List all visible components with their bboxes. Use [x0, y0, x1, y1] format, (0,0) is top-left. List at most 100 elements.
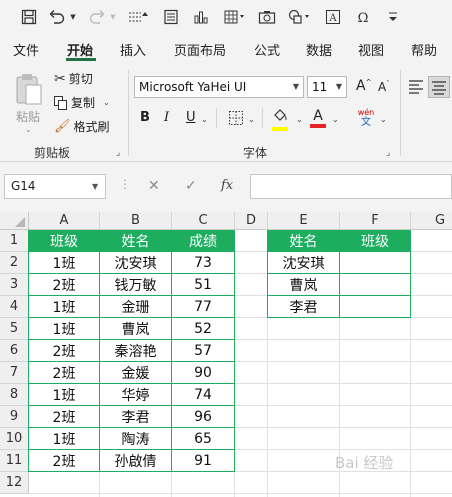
- camera-icon[interactable]: [256, 6, 278, 28]
- cell[interactable]: [340, 406, 411, 428]
- table-cell[interactable]: 2班: [29, 340, 100, 362]
- phonetic-dropdown-icon[interactable]: ⌄: [380, 115, 387, 124]
- row-header-11[interactable]: 11: [0, 450, 29, 472]
- cell[interactable]: [340, 340, 411, 362]
- row-header-6[interactable]: 6: [0, 340, 29, 362]
- table-header-cell[interactable]: 姓名: [100, 230, 172, 252]
- cell[interactable]: [340, 472, 411, 494]
- table-header-cell[interactable]: 成绩: [172, 230, 235, 252]
- row-header-7[interactable]: 7: [0, 362, 29, 384]
- table-cell[interactable]: 沈安琪: [268, 252, 340, 274]
- tab-view[interactable]: 视图: [358, 40, 384, 59]
- cell[interactable]: [411, 384, 452, 406]
- underline-dropdown-icon[interactable]: ⌄: [201, 115, 208, 124]
- cell[interactable]: [29, 472, 100, 494]
- align-center-button[interactable]: [428, 76, 450, 98]
- decrease-font-size-button[interactable]: Aˇ: [378, 80, 390, 94]
- table-cell[interactable]: 1班: [29, 296, 100, 318]
- underline-button[interactable]: U: [186, 110, 196, 125]
- table-cell[interactable]: 钱万敏: [100, 274, 172, 296]
- phonetic-button[interactable]: wén 文: [356, 108, 376, 128]
- row-header-9[interactable]: 9: [0, 406, 29, 428]
- fill-color-button[interactable]: [272, 108, 290, 131]
- font-color-button[interactable]: A: [310, 108, 326, 128]
- cell[interactable]: [411, 362, 452, 384]
- cell[interactable]: [268, 318, 340, 340]
- cell[interactable]: [268, 406, 340, 428]
- textbox-icon[interactable]: A: [322, 6, 344, 28]
- cell[interactable]: [268, 384, 340, 406]
- chart-icon[interactable]: [190, 6, 212, 28]
- cell[interactable]: [411, 428, 452, 450]
- bold-button[interactable]: B: [140, 110, 150, 125]
- table-cell[interactable]: 李君: [268, 296, 340, 318]
- column-header-a[interactable]: A: [29, 212, 100, 230]
- row-header-4[interactable]: 4: [0, 296, 29, 318]
- cell[interactable]: [235, 472, 268, 494]
- tab-help[interactable]: 帮助: [411, 40, 437, 59]
- cell[interactable]: [235, 296, 268, 318]
- cell[interactable]: [235, 384, 268, 406]
- font-size-select[interactable]: 11 ▼: [307, 76, 347, 98]
- table-cell[interactable]: 2班: [29, 450, 100, 472]
- row-header-1[interactable]: 1: [0, 230, 29, 252]
- italic-button[interactable]: I: [164, 110, 169, 125]
- cell[interactable]: [411, 252, 452, 274]
- cell[interactable]: [235, 340, 268, 362]
- row-header-2[interactable]: 2: [0, 252, 29, 274]
- insert-function-icon[interactable]: fx: [221, 178, 233, 193]
- row-header-5[interactable]: 5: [0, 318, 29, 340]
- cell[interactable]: [235, 428, 268, 450]
- table-cell[interactable]: 2班: [29, 406, 100, 428]
- row-header-10[interactable]: 10: [0, 428, 29, 450]
- clipboard-dialog-launcher-icon[interactable]: ⌟: [116, 148, 120, 158]
- table-cell[interactable]: 2班: [29, 274, 100, 296]
- name-box-dropdown-icon[interactable]: ▼: [92, 182, 98, 191]
- increase-font-size-button[interactable]: A^: [356, 78, 371, 94]
- cell[interactable]: [411, 450, 452, 472]
- table-cell[interactable]: 金珊: [100, 296, 172, 318]
- table-cell[interactable]: 57: [172, 340, 235, 362]
- cut-button[interactable]: ✂ 剪切: [54, 70, 93, 87]
- table-cell[interactable]: 52: [172, 318, 235, 340]
- table-cell[interactable]: [340, 296, 411, 318]
- font-dialog-launcher-icon[interactable]: ⌟: [386, 148, 390, 158]
- cell[interactable]: [411, 406, 452, 428]
- cancel-icon[interactable]: ✕: [148, 178, 160, 194]
- enter-icon[interactable]: ✓: [185, 178, 197, 194]
- font-color-dropdown-icon[interactable]: ⌄: [332, 115, 339, 124]
- cell[interactable]: [411, 340, 452, 362]
- cell[interactable]: [411, 472, 452, 494]
- table-cell[interactable]: 1班: [29, 428, 100, 450]
- table-cell[interactable]: 孙啟倩: [100, 450, 172, 472]
- table-cell[interactable]: 65: [172, 428, 235, 450]
- cell[interactable]: [340, 362, 411, 384]
- table-cell[interactable]: 金媛: [100, 362, 172, 384]
- table-cell[interactable]: 1班: [29, 318, 100, 340]
- name-box[interactable]: G14: [4, 174, 106, 199]
- tab-page-layout[interactable]: 页面布局: [174, 40, 226, 59]
- cell[interactable]: [235, 450, 268, 472]
- table-cell[interactable]: [340, 252, 411, 274]
- table-cell[interactable]: 曹岚: [268, 274, 340, 296]
- table-cell[interactable]: [340, 274, 411, 296]
- cell[interactable]: [411, 296, 452, 318]
- cell[interactable]: [235, 406, 268, 428]
- table-icon[interactable]: [220, 6, 250, 28]
- table-cell[interactable]: 李君: [100, 406, 172, 428]
- cell[interactable]: [268, 340, 340, 362]
- table-cell[interactable]: 1班: [29, 252, 100, 274]
- table-cell[interactable]: 51: [172, 274, 235, 296]
- table-cell[interactable]: 91: [172, 450, 235, 472]
- border-dropdown-icon[interactable]: ⌄: [248, 115, 255, 124]
- row-header-12[interactable]: 12: [0, 472, 29, 494]
- table-cell[interactable]: 77: [172, 296, 235, 318]
- border-button[interactable]: [228, 110, 244, 130]
- format-painter-button[interactable]: 🖌 格式刷: [54, 118, 110, 135]
- cell[interactable]: [235, 274, 268, 296]
- tab-file[interactable]: 文件: [13, 40, 39, 59]
- tab-data[interactable]: 数据: [306, 40, 332, 59]
- form-icon[interactable]: [160, 6, 182, 28]
- row-header-8[interactable]: 8: [0, 384, 29, 406]
- cell[interactable]: [235, 252, 268, 274]
